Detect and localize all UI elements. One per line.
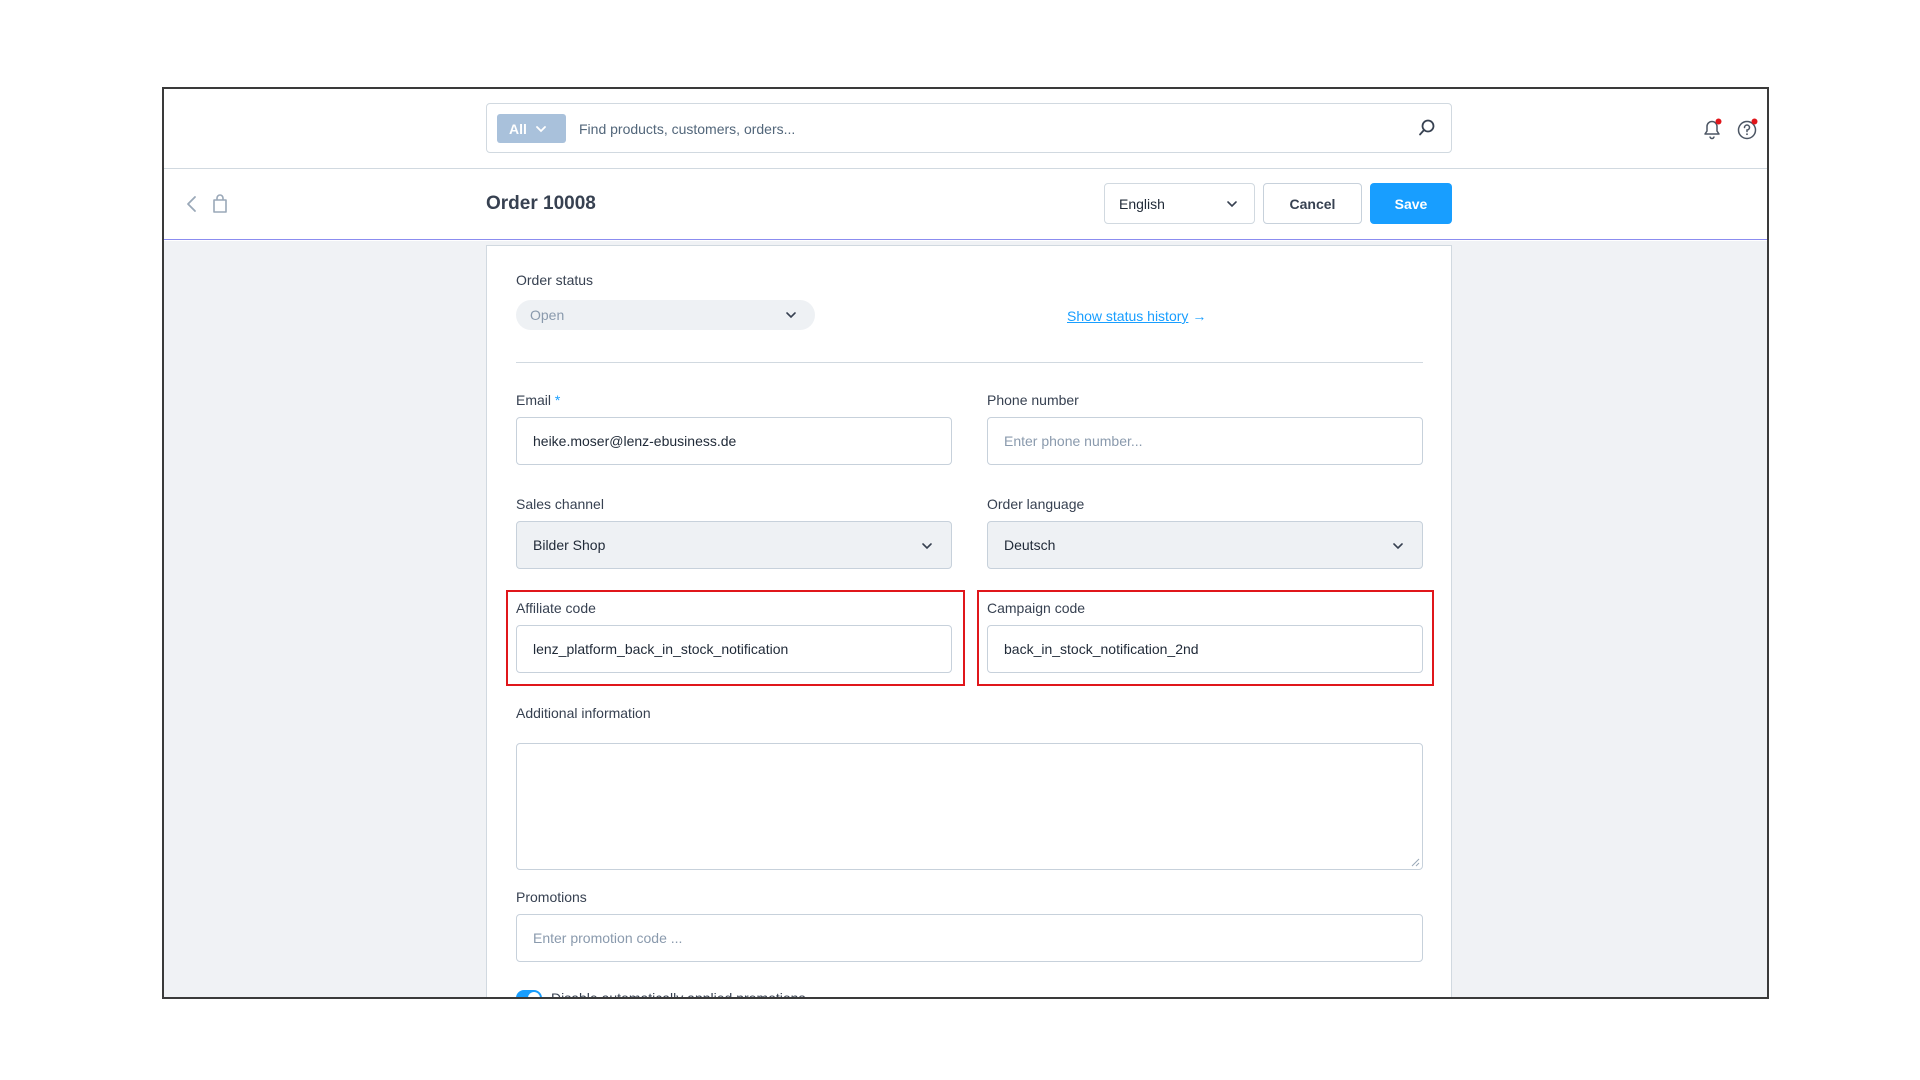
order-status-label: Order status (516, 272, 594, 288)
search-type-dropdown[interactable]: All (497, 114, 566, 143)
order-details-card: Order status Open Show status history → E… (486, 245, 1452, 999)
order-language-value: Deutsch (1004, 537, 1056, 553)
toggle-knob (528, 992, 540, 997)
content-area: Order status Open Show status history → E… (164, 241, 1767, 999)
order-language-label: Order language (987, 496, 1085, 512)
sales-channel-label: Sales channel (516, 496, 604, 512)
additional-info-textarea[interactable] (516, 743, 1423, 870)
phone-placeholder: Enter phone number... (1004, 433, 1143, 449)
disable-promotions-label: Disable automatically applied promotions (551, 990, 806, 999)
resize-handle-icon[interactable] (1410, 857, 1420, 867)
back-arrow-icon[interactable] (182, 193, 202, 215)
arrow-right-icon: → (1192, 308, 1207, 324)
show-status-history-link[interactable]: Show status history → (1067, 308, 1206, 324)
global-search: All (486, 103, 1452, 153)
order-status-select[interactable]: Open (516, 300, 815, 330)
app-window: All Order 10008 English Cancel Save Orde… (162, 87, 1769, 999)
search-input[interactable] (579, 116, 1399, 142)
promotion-code-field[interactable]: Enter promotion code ... (516, 914, 1423, 962)
phone-field[interactable]: Enter phone number... (987, 417, 1423, 465)
email-value: heike.moser@lenz-ebusiness.de (533, 433, 737, 449)
email-label-text: Email (516, 392, 552, 408)
show-status-history-label: Show status history (1067, 308, 1189, 324)
page-title: Order 10008 (486, 193, 596, 214)
chevron-down-icon (1227, 201, 1237, 208)
help-icon[interactable] (1736, 117, 1760, 141)
order-language-select[interactable]: Deutsch (987, 521, 1423, 569)
disable-promotions-toggle[interactable] (516, 990, 542, 997)
promotions-label: Promotions (516, 889, 587, 905)
page-header: Order 10008 English Cancel Save (164, 169, 1767, 240)
top-bar: All (164, 89, 1767, 169)
language-select-value: English (1119, 195, 1165, 212)
search-icon[interactable] (1417, 118, 1437, 138)
divider (516, 362, 1423, 363)
affiliate-code-highlight (506, 590, 965, 686)
save-button[interactable]: Save (1370, 183, 1452, 224)
sales-channel-select[interactable]: Bilder Shop (516, 521, 952, 569)
chevron-down-icon (786, 312, 796, 319)
promotion-code-placeholder: Enter promotion code ... (533, 930, 683, 946)
email-field[interactable]: heike.moser@lenz-ebusiness.de (516, 417, 952, 465)
required-mark: * (554, 392, 561, 408)
bell-icon[interactable] (1700, 117, 1724, 141)
phone-label: Phone number (987, 392, 1079, 408)
chevron-down-icon (1393, 543, 1403, 550)
search-type-label: All (509, 120, 527, 137)
additional-info-label: Additional information (516, 705, 651, 721)
order-status-value: Open (530, 307, 565, 323)
language-select[interactable]: English (1104, 183, 1255, 224)
cancel-button[interactable]: Cancel (1263, 183, 1362, 224)
sales-channel-value: Bilder Shop (533, 537, 606, 553)
shopping-bag-icon (213, 194, 227, 213)
campaign-code-highlight (977, 590, 1434, 686)
email-label: Email * (516, 392, 560, 408)
chevron-down-icon (922, 543, 932, 550)
chevron-down-icon (535, 125, 546, 132)
